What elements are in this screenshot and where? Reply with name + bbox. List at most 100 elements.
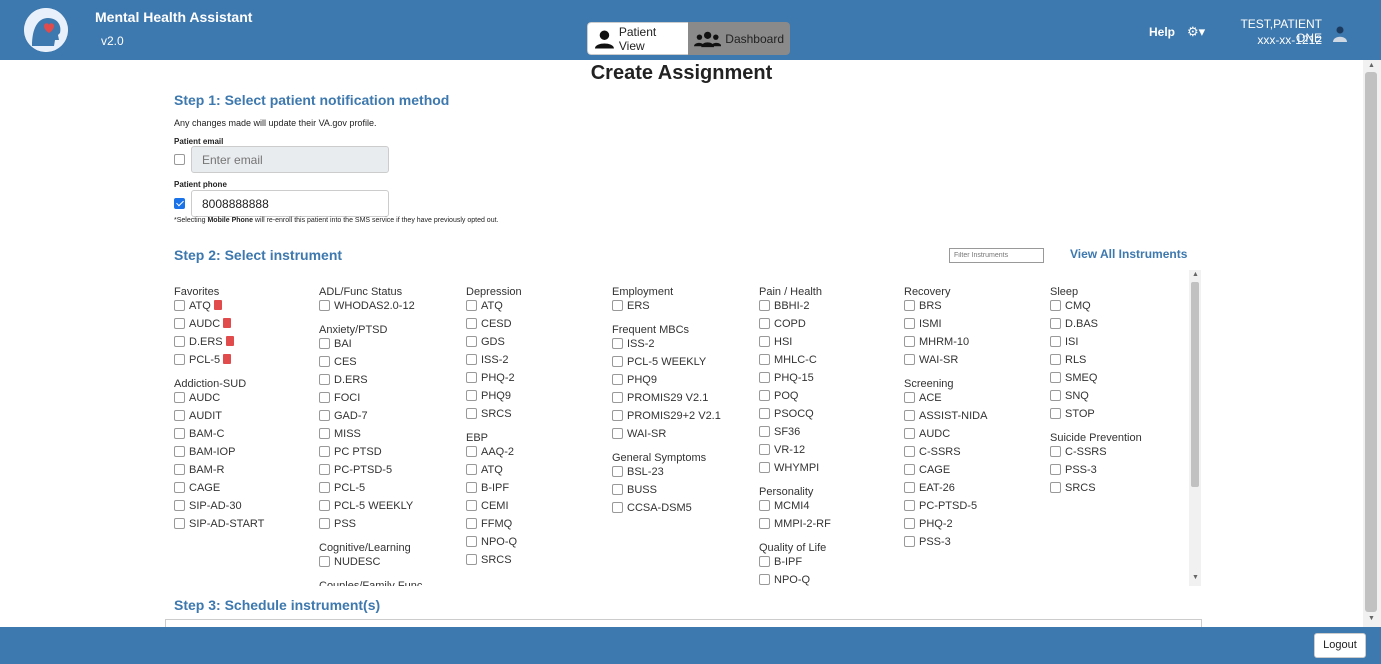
instrument-item[interactable]: WAI-SR — [612, 427, 721, 445]
instrument-checkbox[interactable] — [759, 573, 770, 585]
instrument-item[interactable]: CESD — [466, 317, 522, 335]
instrument-checkbox[interactable] — [174, 317, 185, 329]
instrument-checkbox[interactable] — [319, 499, 330, 511]
instrument-checkbox[interactable] — [759, 371, 770, 383]
instrument-checkbox[interactable] — [174, 353, 185, 365]
instrument-item[interactable]: PSS-3 — [904, 535, 987, 553]
instrument-checkbox[interactable] — [319, 373, 330, 385]
instrument-checkbox[interactable] — [319, 427, 330, 439]
dashboard-button[interactable]: Dashboard — [688, 22, 790, 55]
instrument-checkbox[interactable] — [904, 463, 915, 475]
instrument-item[interactable]: PSS-3 — [1050, 463, 1142, 481]
instrument-item[interactable]: B-IPF — [466, 481, 522, 499]
instrument-checkbox[interactable] — [319, 555, 330, 567]
instrument-item[interactable]: COPD — [759, 317, 831, 335]
instrument-item[interactable]: WAI-SR — [904, 353, 987, 371]
instrument-checkbox[interactable] — [612, 299, 623, 311]
instrument-checkbox[interactable] — [904, 353, 915, 365]
page-scroll-up-icon[interactable]: ▲ — [1368, 62, 1375, 69]
instrument-item[interactable]: ISS-2 — [612, 337, 721, 355]
instrument-checkbox[interactable] — [174, 463, 185, 475]
instrument-item[interactable]: PROMIS29+2 V2.1 — [612, 409, 721, 427]
instrument-checkbox[interactable] — [174, 499, 185, 511]
instrument-item[interactable]: PC-PTSD-5 — [319, 463, 422, 481]
instrument-item[interactable]: ISS-2 — [466, 353, 522, 371]
page-scrollbar-thumb[interactable] — [1365, 72, 1377, 612]
instrument-checkbox[interactable] — [174, 391, 185, 403]
instrument-item[interactable]: PHQ-2 — [466, 371, 522, 389]
instrument-checkbox[interactable] — [319, 391, 330, 403]
instrument-item[interactable]: AUDC — [174, 317, 264, 335]
instrument-checkbox[interactable] — [466, 353, 477, 365]
instrument-checkbox[interactable] — [612, 337, 623, 349]
instrument-item[interactable]: POQ — [759, 389, 831, 407]
trash-icon[interactable] — [223, 354, 232, 364]
instrument-item[interactable]: SMEQ — [1050, 371, 1142, 389]
instrument-checkbox[interactable] — [466, 535, 477, 547]
instrument-checkbox[interactable] — [612, 501, 623, 513]
instrument-checkbox[interactable] — [904, 535, 915, 547]
instrument-item[interactable]: AUDC — [904, 427, 987, 445]
instrument-checkbox[interactable] — [174, 409, 185, 421]
instrument-checkbox[interactable] — [466, 517, 477, 529]
instrument-item[interactable]: SF36 — [759, 425, 831, 443]
instrument-checkbox[interactable] — [612, 483, 623, 495]
instrument-item[interactable]: GDS — [466, 335, 522, 353]
instrument-checkbox[interactable] — [466, 445, 477, 457]
instrument-item[interactable]: EAT-26 — [904, 481, 987, 499]
instrument-item[interactable]: PSS — [319, 517, 422, 535]
instrument-checkbox[interactable] — [319, 299, 330, 311]
instrument-item[interactable]: ASSIST-NIDA — [904, 409, 987, 427]
instrument-checkbox[interactable] — [612, 427, 623, 439]
instrument-item[interactable]: PCL-5 WEEKLY — [319, 499, 422, 517]
instrument-checkbox[interactable] — [904, 427, 915, 439]
instrument-checkbox[interactable] — [1050, 335, 1061, 347]
instrument-item[interactable]: AAQ-2 — [466, 445, 522, 463]
instrument-item[interactable]: BAM-IOP — [174, 445, 264, 463]
instrument-item[interactable]: NPO-Q — [759, 573, 831, 586]
instrument-checkbox[interactable] — [174, 445, 185, 457]
instrument-item[interactable]: PC PTSD — [319, 445, 422, 463]
instrument-checkbox[interactable] — [612, 409, 623, 421]
instrument-checkbox[interactable] — [759, 317, 770, 329]
instrument-item[interactable]: PSOCQ — [759, 407, 831, 425]
email-checkbox[interactable] — [174, 154, 185, 165]
instrument-checkbox[interactable] — [174, 481, 185, 493]
instrument-checkbox[interactable] — [1050, 481, 1061, 493]
instrument-checkbox[interactable] — [319, 337, 330, 349]
scroll-down-arrow-icon[interactable]: ▼ — [1192, 574, 1199, 581]
instrument-item[interactable]: WHODAS2.0-12 — [319, 299, 422, 317]
instrument-checkbox[interactable] — [759, 461, 770, 473]
instrument-checkbox[interactable] — [319, 517, 330, 529]
instrument-item[interactable]: ISMI — [904, 317, 987, 335]
instrument-item[interactable]: VR-12 — [759, 443, 831, 461]
instrument-checkbox[interactable] — [1050, 371, 1061, 383]
phone-checkbox[interactable] — [174, 198, 185, 209]
instrument-item[interactable]: FOCI — [319, 391, 422, 409]
instrument-checkbox[interactable] — [466, 407, 477, 419]
instrument-checkbox[interactable] — [904, 299, 915, 311]
instrument-checkbox[interactable] — [174, 299, 185, 311]
trash-icon[interactable] — [213, 300, 222, 310]
instrument-item[interactable]: PHQ-2 — [904, 517, 987, 535]
instrument-item[interactable]: STOP — [1050, 407, 1142, 425]
instrument-checkbox[interactable] — [319, 481, 330, 493]
instrument-checkbox[interactable] — [904, 517, 915, 529]
instrument-item[interactable]: RLS — [1050, 353, 1142, 371]
instrument-checkbox[interactable] — [759, 425, 770, 437]
page-scroll-down-icon[interactable]: ▼ — [1368, 615, 1375, 622]
instrument-item[interactable]: ATQ — [466, 299, 522, 317]
scroll-up-arrow-icon[interactable]: ▲ — [1192, 271, 1199, 278]
instrument-item[interactable]: MHRM-10 — [904, 335, 987, 353]
instrument-item[interactable]: CAGE — [174, 481, 264, 499]
instrument-checkbox[interactable] — [759, 443, 770, 455]
instrument-item[interactable]: MISS — [319, 427, 422, 445]
instrument-item[interactable]: BAM-R — [174, 463, 264, 481]
instrument-item[interactable]: D.ERS — [174, 335, 264, 353]
instrument-item[interactable]: BBHI-2 — [759, 299, 831, 317]
instrument-checkbox[interactable] — [759, 335, 770, 347]
instrument-item[interactable]: WHYMPI — [759, 461, 831, 479]
instrument-checkbox[interactable] — [904, 317, 915, 329]
instrument-checkbox[interactable] — [759, 299, 770, 311]
phone-field[interactable] — [191, 190, 389, 217]
